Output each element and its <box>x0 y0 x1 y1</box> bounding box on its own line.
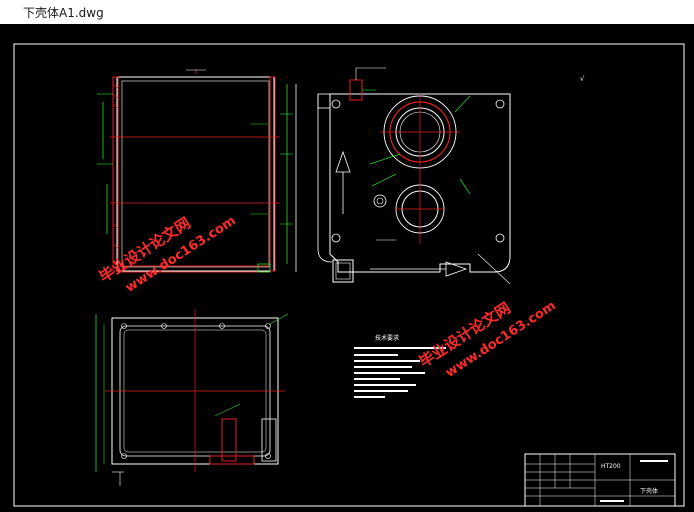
cad-drawing: √ 技术要求 HT200 下壳体 毕业设计论文网 www.doc163.com … <box>13 43 685 507</box>
notes-heading: 技术要求 <box>375 334 399 342</box>
roughness-symbol: √ <box>580 75 585 83</box>
title-block: HT200 下壳体 <box>524 453 676 507</box>
material-label: HT200 <box>601 463 621 470</box>
drawing-canvas[interactable]: √ 技术要求 HT200 下壳体 毕业设计论文网 www.doc163.com … <box>0 24 694 512</box>
part-name-label: 下壳体 <box>640 487 658 495</box>
side-view <box>95 309 289 486</box>
top-plan-view <box>317 67 511 285</box>
window-title: 下壳体A1.dwg <box>23 6 104 20</box>
watermark-right: 毕业设计论文网 www.doc163.com <box>416 298 559 380</box>
title-bar: 下壳体A1.dwg <box>0 0 694 24</box>
